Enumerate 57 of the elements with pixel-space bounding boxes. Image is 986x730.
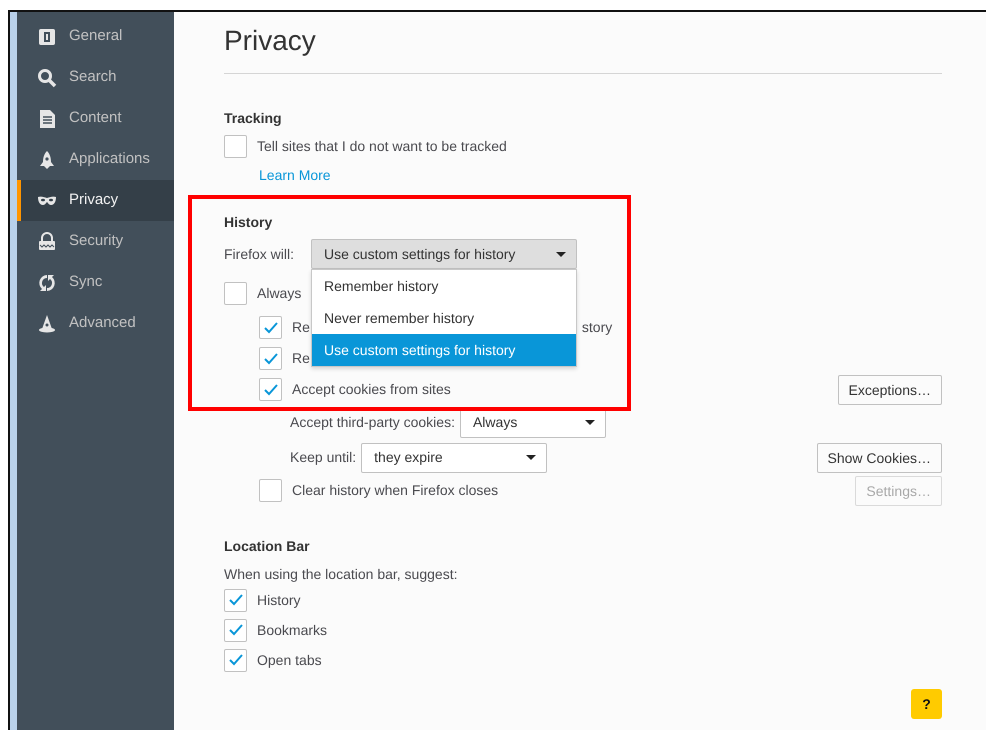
panel-icon: [37, 26, 57, 46]
checkbox-label: Clear history when Firefox closes: [292, 481, 498, 500]
check-icon: [264, 352, 278, 364]
dropdown-option[interactable]: Never remember history: [312, 302, 576, 334]
sidebar-item[interactable]: Security: [17, 221, 174, 262]
dropdown-option[interactable]: Use custom settings for history: [312, 334, 576, 366]
checkbox[interactable]: [224, 618, 247, 642]
search-icon: [37, 68, 57, 88]
padlock-icon: [37, 232, 57, 252]
description-text: When using the location bar, suggest:: [224, 565, 458, 584]
field-label: Keep until:: [290, 448, 356, 467]
section-heading: Location Bar: [224, 537, 310, 556]
checkbox-label: History: [257, 590, 301, 610]
action-button[interactable]: Exceptions…: [838, 374, 942, 404]
checkbox-label: story: [582, 318, 612, 337]
sidebar-item[interactable]: Advanced: [17, 303, 174, 344]
checkbox[interactable]: [259, 479, 282, 502]
checkbox[interactable]: [224, 282, 247, 304]
checkbox-label: Open tabs: [257, 650, 322, 670]
learn-more-link[interactable]: Learn More: [259, 167, 331, 183]
checkbox[interactable]: [259, 316, 282, 339]
sidebar-item[interactable]: Applications: [17, 139, 174, 180]
checkbox-label: Tell sites that I do not want to be tracked: [257, 137, 507, 156]
sidebar-item[interactable]: Sync: [17, 262, 174, 303]
rocket-icon: [37, 150, 57, 170]
dropdown-option[interactable]: Remember history: [312, 270, 576, 302]
sidebar-item[interactable]: General: [17, 16, 174, 57]
action-button[interactable]: Show Cookies…: [816, 442, 942, 472]
dropdown[interactable]: they expire: [361, 442, 548, 472]
check-icon: [264, 384, 278, 396]
check-icon: [264, 322, 278, 334]
checkbox-label: Re: [292, 318, 310, 337]
sync-icon: [37, 272, 57, 292]
wizard-hat-icon: [37, 314, 57, 334]
checkbox[interactable]: [259, 347, 282, 370]
sidebar-item[interactable]: Privacy: [17, 180, 174, 221]
section-heading: Tracking: [224, 109, 282, 128]
check-icon: [228, 594, 242, 606]
field-label: Firefox will:: [224, 244, 294, 264]
check-icon: [228, 654, 242, 666]
checkbox-label: Always: [257, 284, 302, 303]
checkbox-label: Re: [292, 349, 310, 368]
checkbox-label: Accept cookies from sites: [292, 380, 451, 399]
history-dropdown[interactable]: Use custom settings for history: [311, 239, 578, 269]
section-heading: History: [224, 213, 272, 232]
checkbox[interactable]: [224, 588, 247, 612]
help-button[interactable]: ?: [911, 689, 942, 719]
sidebar-item[interactable]: Content: [17, 98, 174, 139]
checkbox[interactable]: [224, 648, 247, 672]
checkbox[interactable]: [259, 378, 282, 401]
page-title: Privacy: [224, 25, 316, 57]
sidebar-item[interactable]: Search: [17, 57, 174, 98]
checkbox-label: Bookmarks: [257, 620, 328, 640]
document-icon: [37, 108, 57, 128]
checkbox[interactable]: [224, 135, 247, 158]
field-label: Accept third-party cookies:: [290, 413, 455, 432]
check-icon: [228, 624, 242, 636]
